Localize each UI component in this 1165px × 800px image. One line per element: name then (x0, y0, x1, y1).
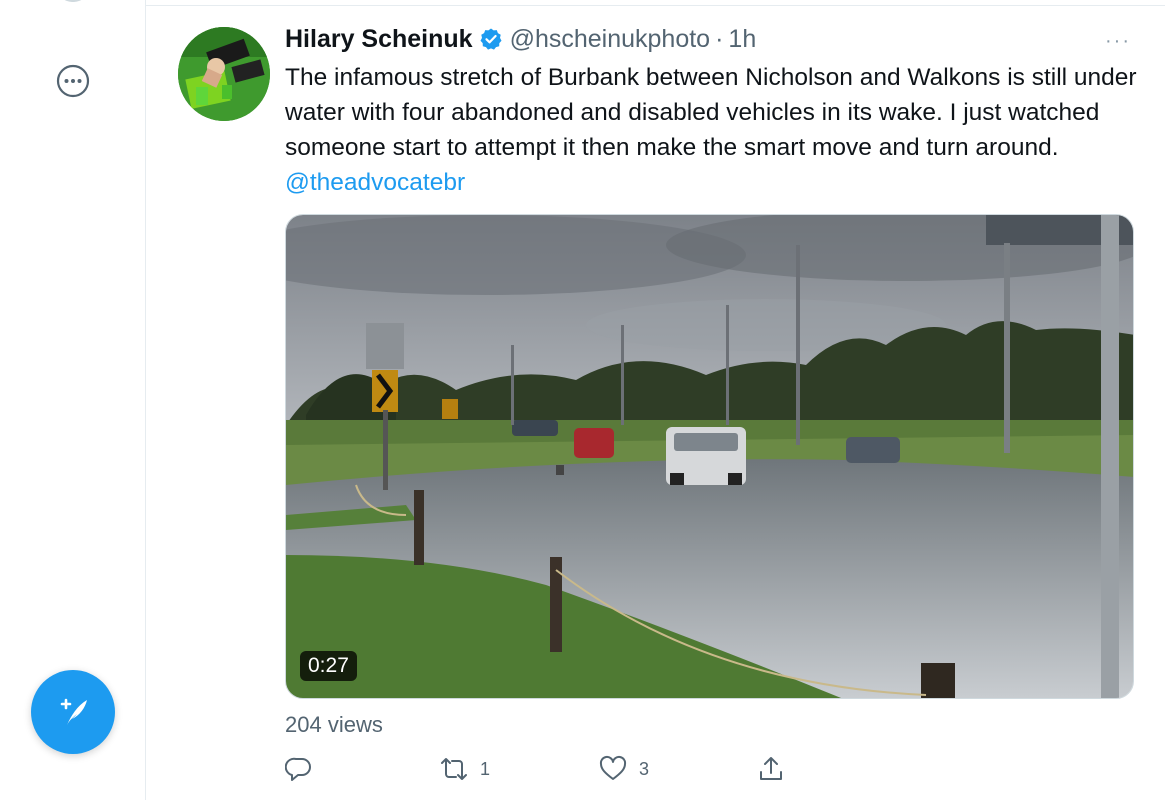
tweet-header: Hilary Scheinuk @hscheinukphoto · 1h (285, 24, 756, 54)
nav-item-partial[interactable] (58, 0, 88, 2)
timeline: Hilary Scheinuk @hscheinukphoto · 1h ···… (146, 0, 1165, 800)
compose-tweet-icon (60, 698, 87, 725)
reply-button[interactable] (285, 752, 313, 786)
avatar[interactable] (178, 27, 270, 121)
retweet-icon (441, 758, 467, 780)
video-player[interactable]: 0:27 (285, 214, 1134, 699)
timestamp[interactable]: 1h (728, 25, 756, 54)
more-options-icon[interactable] (56, 64, 90, 98)
display-name[interactable]: Hilary Scheinuk (285, 25, 473, 54)
share-icon (760, 757, 782, 780)
reply-icon (285, 757, 311, 781)
divider (146, 5, 1165, 6)
like-button[interactable]: 3 (599, 752, 649, 786)
like-count: 3 (639, 758, 650, 779)
handle[interactable]: @hscheinukphoto (510, 25, 711, 54)
heart-icon (599, 755, 627, 780)
verified-badge-icon (479, 27, 503, 51)
mention-link[interactable]: @theadvocatebr (285, 169, 465, 196)
view-count: 204 views (285, 712, 383, 737)
share-button[interactable] (757, 752, 785, 786)
tweet-more-icon[interactable]: ··· (1105, 30, 1131, 53)
retweet-button[interactable]: 1 (440, 752, 490, 786)
tweet-text: The infamous stretch of Burbank between … (285, 60, 1145, 200)
video-duration: 0:27 (300, 651, 357, 681)
retweet-count: 1 (480, 758, 491, 779)
video-thumbnail (286, 215, 1133, 698)
tweet-body: The infamous stretch of Burbank between … (285, 64, 1137, 161)
compose-tweet-button[interactable] (31, 670, 115, 754)
left-navigation-rail (0, 0, 146, 800)
separator-dot: · (715, 24, 724, 53)
